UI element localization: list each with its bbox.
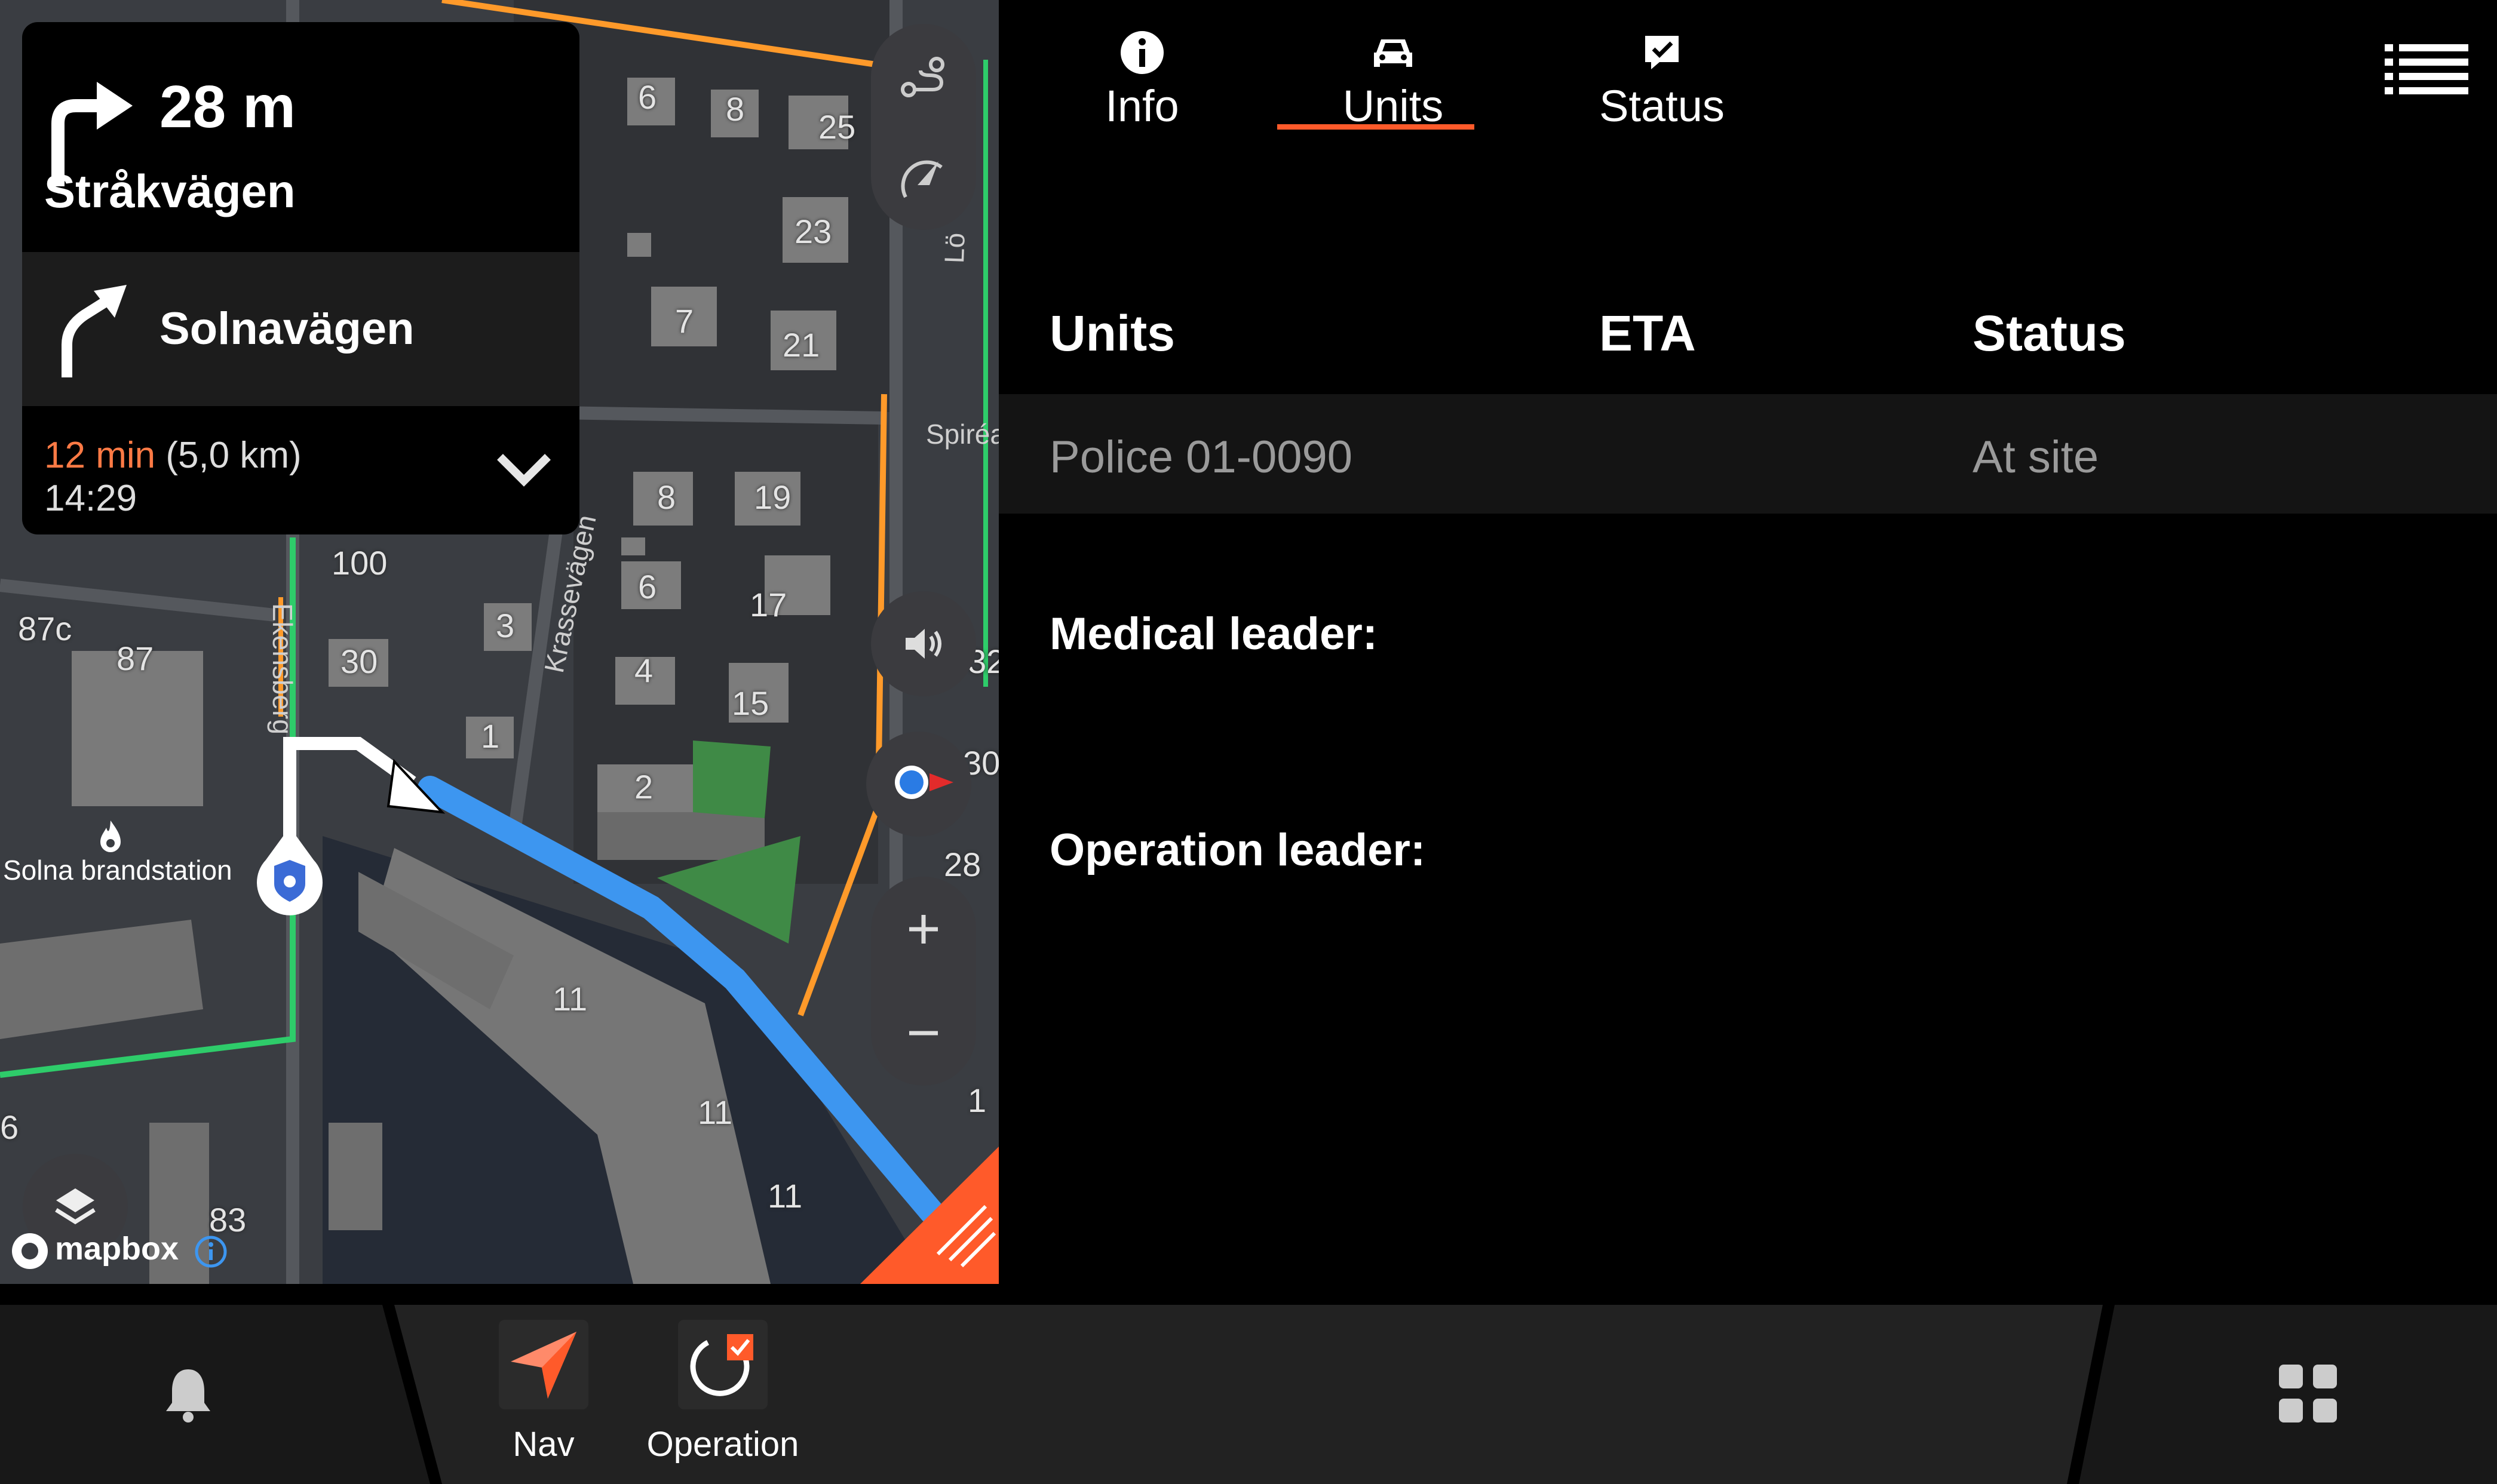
house-number: 87 xyxy=(116,640,154,677)
route-overview-icon[interactable] xyxy=(894,54,953,102)
house-number: 11 xyxy=(553,980,588,1018)
house-number: 17 xyxy=(750,586,787,623)
house-number: 11 xyxy=(698,1093,733,1131)
speaker-icon xyxy=(900,620,947,668)
house-number: 6 xyxy=(638,568,657,606)
street-label: Spiréa xyxy=(926,419,999,450)
house-number: 87c xyxy=(18,610,72,647)
house-number: 6 xyxy=(638,78,657,116)
tab-label: Status xyxy=(1599,81,1725,131)
operation-app-label: Operation xyxy=(646,1425,799,1464)
menu-icon[interactable] xyxy=(2385,42,2468,96)
fire-station-icon[interactable] xyxy=(96,818,125,854)
house-number: 25 xyxy=(818,108,856,146)
nav-app-label: Nav xyxy=(513,1425,575,1464)
zoom-out-icon[interactable] xyxy=(901,1010,946,1056)
mapbox-logo-icon xyxy=(9,1230,51,1272)
column-header-status: Status xyxy=(1973,305,2126,361)
house-number: 8 xyxy=(657,478,676,516)
house-number: 1 xyxy=(481,717,500,755)
expand-chevron-icon[interactable] xyxy=(494,445,554,493)
vehicle-position-marker xyxy=(248,824,332,926)
app-grid-icon[interactable] xyxy=(2276,1362,2342,1427)
street-label: Ekensberg xyxy=(267,603,298,735)
trip-minutes: 12 min xyxy=(44,435,156,476)
next-maneuver: Solnavägen xyxy=(22,252,579,406)
map-view[interactable]: 6 8 25 23 7 21 8 19 6 17 4 15 2 100 30 3… xyxy=(0,0,999,1284)
column-header-units: Units xyxy=(1050,305,1175,361)
navigation-arrow-icon xyxy=(505,1326,582,1403)
house-number: 21 xyxy=(783,326,820,364)
zoom-in-icon[interactable] xyxy=(901,907,946,952)
tab-units[interactable]: Units xyxy=(1309,12,1477,131)
place-label: Solna brandstation xyxy=(3,855,232,886)
house-number: 2 xyxy=(634,768,654,806)
operation-icon xyxy=(684,1326,762,1403)
house-number: 19 xyxy=(754,478,792,516)
unit-name: Police 01-0090 xyxy=(1050,432,1353,483)
table-row[interactable]: Police 01-0090 At site xyxy=(999,394,2497,514)
compass-location-icon xyxy=(883,755,955,809)
house-number: 1 xyxy=(968,1081,987,1119)
info-icon xyxy=(1118,29,1166,76)
trip-summary: 12 min (5,0 km) 14:29 xyxy=(22,406,579,534)
house-number: 15 xyxy=(732,684,769,722)
tab-label: Info xyxy=(1105,81,1179,131)
maneuver-distance: 28 m xyxy=(159,73,296,140)
trip-eta: 12 min (5,0 km) xyxy=(44,434,302,477)
recenter-route-icon[interactable] xyxy=(894,149,953,203)
house-number: 28 xyxy=(944,846,981,883)
house-number: 4 xyxy=(634,652,654,689)
primary-maneuver: 28 m Stråkvägen xyxy=(22,22,579,252)
nav-app-button[interactable] xyxy=(499,1320,588,1409)
notifications-bell-icon[interactable] xyxy=(161,1365,215,1424)
zoom-controls xyxy=(871,877,976,1086)
arrival-time: 14:29 xyxy=(44,478,137,519)
operation-app-button[interactable] xyxy=(678,1320,768,1409)
house-number: 7 xyxy=(675,302,694,340)
house-number: 100 xyxy=(332,544,388,582)
mapbox-attribution[interactable]: mapbox xyxy=(55,1230,179,1267)
locate-me-button[interactable] xyxy=(866,732,971,837)
house-number: 8 xyxy=(726,90,745,128)
turn-slight-right-icon xyxy=(52,279,130,380)
operation-leader-label: Operation leader: xyxy=(1050,825,1426,875)
car-icon xyxy=(1369,29,1417,76)
street-label: Lö xyxy=(938,232,971,264)
unit-status: At site xyxy=(1973,432,2099,483)
status-check-icon xyxy=(1638,29,1686,76)
attribution-info-icon[interactable] xyxy=(194,1235,228,1268)
house-number: 23 xyxy=(794,213,832,250)
house-number: 83 xyxy=(209,1201,247,1239)
bottom-app-bar: Nav Operation xyxy=(0,1305,2497,1484)
house-number: 6 xyxy=(0,1108,19,1146)
column-header-eta: ETA xyxy=(1599,305,1696,361)
route-options-group xyxy=(871,24,976,230)
maneuver-road: Stråkvägen xyxy=(44,165,296,217)
next-road: Solnavägen xyxy=(159,303,415,354)
tab-status[interactable]: Status xyxy=(1572,12,1751,131)
house-number: 11 xyxy=(768,1177,803,1215)
medical-leader-label: Medical leader: xyxy=(1050,609,1378,659)
active-tab-indicator xyxy=(1277,124,1474,130)
operation-panel: Info Units Status Units ETA Status Polic… xyxy=(999,0,2497,1284)
sound-button[interactable] xyxy=(871,591,976,696)
tab-info[interactable]: Info xyxy=(1059,12,1226,131)
house-number: 3 xyxy=(496,607,515,644)
turn-by-turn-card[interactable]: 28 m Stråkvägen Solnavägen 12 min (5,0 k… xyxy=(22,22,579,534)
layers-icon xyxy=(51,1182,99,1230)
house-number: 30 xyxy=(340,643,378,680)
trip-distance: (5,0 km) xyxy=(165,435,302,476)
